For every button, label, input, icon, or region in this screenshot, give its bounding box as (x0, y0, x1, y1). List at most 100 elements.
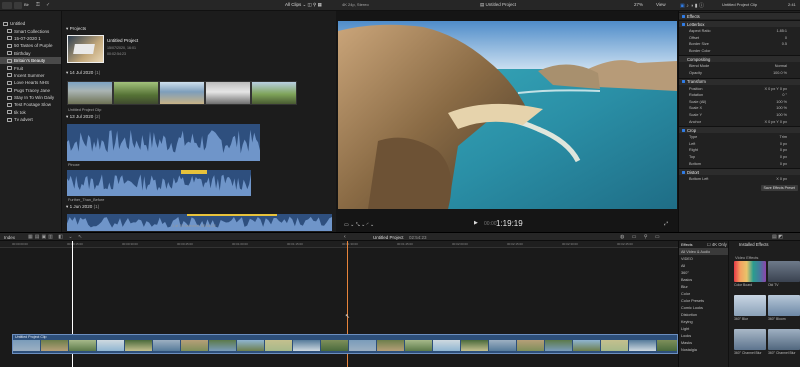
effect-thumbnail[interactable] (768, 295, 800, 316)
inspector-row-value[interactable]: 100 % (776, 100, 787, 104)
inspector-row[interactable]: Scale X 100 % (679, 105, 800, 111)
effects-category[interactable]: Light (679, 325, 728, 332)
library-item[interactable]: Fruit (0, 64, 61, 71)
section-checkbox-icon[interactable] (682, 80, 685, 84)
audio-clip-waveform[interactable] (67, 214, 332, 231)
inspector-row-value[interactable]: 100 % (776, 113, 787, 117)
play-button[interactable]: ▶ (474, 220, 478, 226)
inspector-row[interactable]: Bottom Left X 0 px (679, 176, 800, 182)
inspector-tabs[interactable]: ▣♪◑▮ⓘ (680, 2, 720, 10)
key-icon[interactable]: ⚿ (36, 2, 43, 9)
section-checkbox-icon[interactable] (682, 128, 685, 132)
inspector-row-value[interactable]: Trim (780, 135, 787, 139)
index-button[interactable]: Index (4, 235, 15, 240)
inspector-row-value[interactable]: Normal (775, 64, 787, 68)
effects-category[interactable]: Color (679, 290, 728, 297)
project-thumbnail[interactable] (67, 35, 104, 63)
effects-category[interactable]: All Video & Audio (679, 248, 728, 255)
inspector-section[interactable]: Effects (679, 12, 800, 19)
inspector-row-value[interactable]: X 0 px Y 0 px (765, 87, 787, 91)
inspector-row-value[interactable]: 100 % (776, 106, 787, 110)
clip-thumb[interactable] (205, 81, 251, 105)
effect-thumbnail[interactable] (734, 329, 766, 350)
inspector-row[interactable]: Bottom 0 px (679, 161, 800, 167)
inspector-row[interactable]: Position X 0 px Y 0 px (679, 86, 800, 92)
inspector-row-value[interactable]: 0 (785, 36, 787, 40)
inspector-section[interactable]: Compositing (679, 55, 800, 63)
inspector-row[interactable]: Offset 0 (679, 35, 800, 41)
library-item[interactable]: Pugs Tracey Jane (0, 87, 61, 94)
inspector-row[interactable]: Top 0 px (679, 154, 800, 160)
inspector-section[interactable]: Letterbox (679, 20, 800, 27)
inspector-row[interactable]: Aspect Ratio 1.85:1 (679, 28, 800, 34)
viewer-tools[interactable]: ▭ ⌄ ⤡ ⌄ ◜ ⌄ (344, 222, 374, 228)
effects-category[interactable]: Nostalgia (679, 346, 728, 353)
inspector-row[interactable]: Left 0 px (679, 141, 800, 147)
inspector-row[interactable]: Type Trim (679, 134, 800, 140)
clips-filter[interactable]: All Clips ⌄ ◫ ⚲ ▦ (285, 2, 335, 9)
effect-thumbnail[interactable] (768, 261, 800, 282)
inspector-section[interactable]: Transform (679, 77, 800, 85)
inspector-row-value[interactable]: 0 ° (782, 93, 787, 97)
library-item[interactable]: Smart Collections (0, 27, 61, 34)
timeline-view-tools[interactable]: ◍ ▭ ⚲ ▭ (620, 234, 663, 240)
view-menu[interactable]: View (656, 2, 670, 9)
inspector-row-value[interactable]: 0 px (780, 162, 787, 166)
effects-category[interactable]: Distortion (679, 311, 728, 318)
section-checkbox-icon[interactable] (682, 170, 685, 174)
inspector-row[interactable]: Scale (All) 100 % (679, 99, 800, 105)
effects-category[interactable]: Basics (679, 276, 728, 283)
effects-category[interactable]: VIDEO (679, 255, 728, 262)
inspector-row-value[interactable]: X 0 px (776, 177, 787, 181)
fullscreen-icon[interactable]: ⤢ (664, 221, 668, 227)
effects-category[interactable]: Effects (679, 241, 728, 248)
inspector-row-value[interactable]: 0 px (780, 155, 787, 159)
library-item[interactable]: Love Hearts NHS (0, 79, 61, 86)
effects-category[interactable]: 360° (679, 269, 728, 276)
viewer[interactable]: ▭ ⌄ ⤡ ⌄ ◜ ⌄ ▶ 00:00 1:19:19 ⤢ (336, 11, 678, 232)
inspector-row[interactable]: Opacity 100.0 % (679, 70, 800, 76)
library-item[interactable]: Test Footage Slow (0, 101, 61, 108)
clip-thumb[interactable] (113, 81, 159, 105)
check-icon[interactable]: ✓ (46, 2, 53, 9)
timeline-clip[interactable]: Untitled Project Clip (12, 334, 678, 354)
inspector-row-value[interactable]: 0 px (780, 148, 787, 152)
inspector-row-value[interactable]: 100.0 % (773, 71, 787, 75)
timeline-back-icon[interactable]: ‹ (344, 234, 346, 240)
library-item[interactable]: Incent Summer (0, 72, 61, 79)
effects-category[interactable]: Masks (679, 339, 728, 346)
inspector-row[interactable]: Rotation 0 ° (679, 92, 800, 98)
audio-clip-waveform[interactable] (67, 124, 260, 161)
effects-category[interactable]: Comic Looks (679, 304, 728, 311)
effect-thumbnail[interactable] (734, 261, 766, 282)
inspector-row[interactable]: Border Color (679, 48, 800, 54)
edit-tools[interactable]: ▦▤▣▥ ◧ ⌄ ↖ (28, 234, 84, 240)
inspector-row[interactable]: Anchor X 0 px Y 0 px (679, 119, 800, 125)
inspector-row-value[interactable]: X 0 px Y 0 px (765, 120, 787, 124)
library-item[interactable]: Untitled (0, 20, 61, 27)
inspector-row-value[interactable]: 1.85:1 (776, 29, 787, 33)
inspector-row[interactable]: Right 0 px (679, 147, 800, 153)
section-checkbox-icon[interactable] (682, 14, 685, 18)
inspector-row-value[interactable]: 0 px (780, 142, 787, 146)
clip-thumb[interactable] (67, 81, 113, 105)
inspector-section[interactable]: Crop (679, 126, 800, 134)
inspector-row[interactable]: Scale Y 100 % (679, 112, 800, 118)
inspector-row[interactable]: Blend Mode Normal (679, 63, 800, 69)
timeline[interactable]: 00:00:00:00 00:00:15:00 00:00:30:00 00:00:4… (0, 241, 678, 367)
effects-category[interactable]: Blur (679, 283, 728, 290)
video-inspector-icon[interactable]: ▣ (680, 3, 686, 9)
library-toggle-button[interactable] (2, 2, 12, 9)
library-item[interactable]: Britain's Beauty (0, 56, 61, 65)
effect-thumbnail[interactable] (734, 295, 766, 316)
timecode-display[interactable]: 1:19:19 (496, 219, 523, 228)
effects-tab-installed[interactable]: Installed Effects (739, 242, 768, 247)
effects-category[interactable]: Looks (679, 332, 728, 339)
timeline-ruler[interactable]: 00:00:00:00 00:00:15:00 00:00:30:00 00:00:4… (0, 241, 678, 248)
section-checkbox-icon[interactable] (682, 22, 685, 26)
clip-thumb[interactable] (251, 81, 297, 105)
library-item[interactable]: Stay In To Win Daily (0, 94, 61, 101)
library-item[interactable]: Birthday (0, 50, 61, 57)
library-item[interactable]: 15-07-2020 1 (0, 35, 61, 42)
inspector-section[interactable]: Distort (679, 168, 800, 176)
